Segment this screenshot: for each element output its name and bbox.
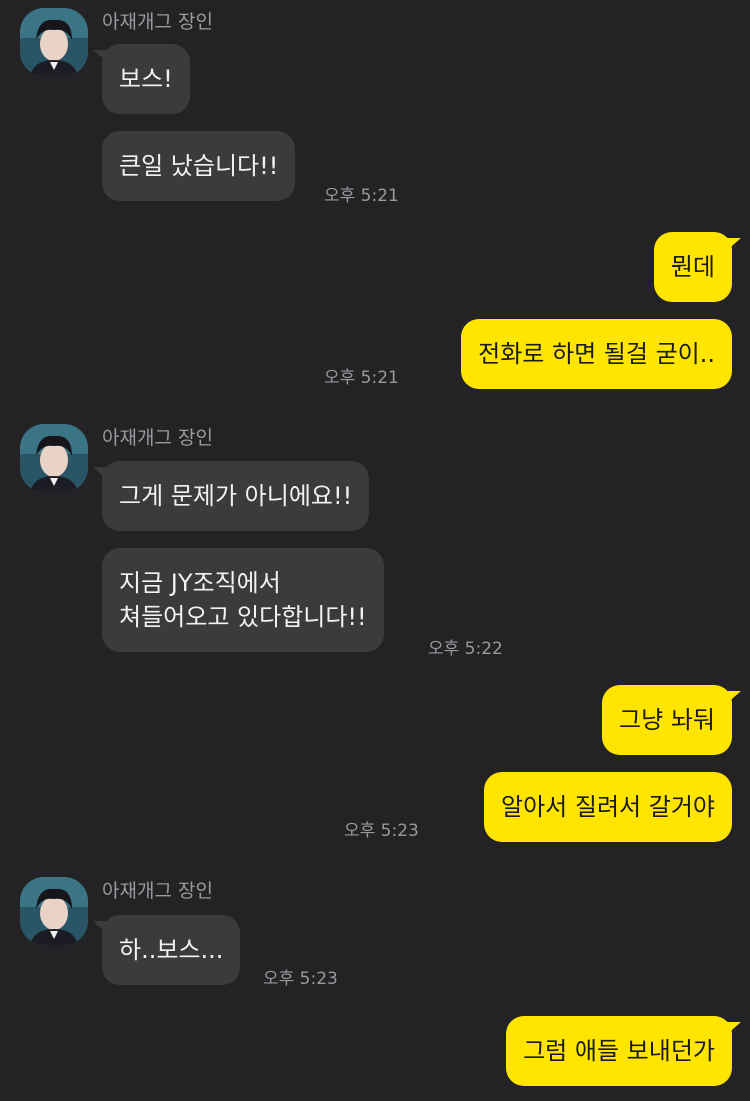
sender-name: 아재개그 장인 bbox=[102, 427, 213, 449]
avatar-image bbox=[20, 8, 88, 76]
message-line: 쳐들어오고 있다합니다!! bbox=[119, 603, 367, 631]
incoming-message[interactable]: 큰일 났습니다!! bbox=[102, 131, 296, 201]
sender-name: 아재개그 장인 bbox=[102, 880, 213, 902]
sender-avatar[interactable] bbox=[20, 8, 88, 76]
outgoing-message[interactable]: 그럼 애들 보내던가 bbox=[506, 1016, 741, 1086]
message-timestamp: 오후 5:21 bbox=[324, 368, 399, 388]
outgoing-message[interactable]: 전화로 하면 될걸 굳이.. bbox=[461, 319, 732, 389]
sender-avatar[interactable] bbox=[20, 877, 88, 945]
sender-name: 아재개그 장인 bbox=[102, 11, 213, 33]
outgoing-message[interactable]: 뭔데 bbox=[653, 232, 742, 302]
avatar-image bbox=[20, 424, 88, 492]
incoming-message[interactable]: 그게 문제가 아니에요!! bbox=[92, 461, 370, 531]
sender-avatar[interactable] bbox=[20, 424, 88, 492]
outgoing-message[interactable]: 알아서 질려서 갈거야 bbox=[484, 772, 732, 842]
incoming-message[interactable]: 보스! bbox=[93, 44, 190, 114]
message-timestamp: 오후 5:23 bbox=[263, 969, 338, 989]
message-timestamp: 오후 5:22 bbox=[428, 639, 503, 659]
message-line: 지금 JY조직에서 bbox=[119, 569, 281, 597]
message-timestamp: 오후 5:21 bbox=[324, 186, 399, 206]
incoming-message[interactable]: 하..보스... bbox=[92, 915, 241, 985]
avatar-image bbox=[20, 877, 88, 945]
outgoing-message[interactable]: 그냥 놔둬 bbox=[602, 685, 741, 755]
message-timestamp: 오후 5:23 bbox=[344, 821, 419, 841]
incoming-message[interactable]: 지금 JY조직에서 쳐들어오고 있다합니다!! bbox=[102, 548, 384, 652]
